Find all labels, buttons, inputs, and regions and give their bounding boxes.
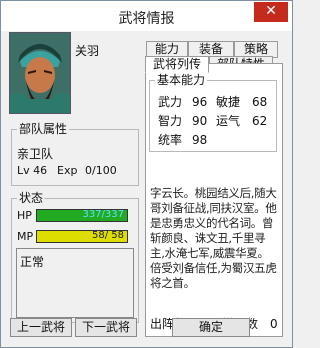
unit-group-label: 部队属性 bbox=[17, 122, 70, 136]
stat-luck-label: 运气 bbox=[216, 114, 241, 128]
window: 武将情报 ✕ 关羽 部队属性 亲卫队 Lv 46 Exp 0/100 状态 HP… bbox=[0, 0, 293, 348]
retreats-value: 0 bbox=[270, 317, 278, 331]
portrait-image bbox=[10, 33, 70, 113]
stat-command-value: 98 bbox=[192, 133, 208, 147]
unit-group: 部队属性 亲卫队 Lv 46 Exp 0/100 bbox=[11, 122, 139, 186]
unit-name: 亲卫队 bbox=[17, 147, 54, 161]
stat-intellect-label: 智力 bbox=[158, 114, 183, 128]
hp-value: 337/337 bbox=[82, 209, 124, 220]
unit-level: Lv 46 bbox=[17, 164, 48, 177]
status-group-label: 状态 bbox=[17, 191, 46, 205]
stat-command-label: 统率 bbox=[158, 133, 183, 147]
stat-luck-value: 62 bbox=[252, 114, 268, 128]
window-title: 武将情报 bbox=[118, 11, 175, 27]
client-area: 关羽 部队属性 亲卫队 Lv 46 Exp 0/100 状态 HP 337/33… bbox=[9, 32, 285, 341]
mp-value: 58/ 58 bbox=[92, 230, 124, 241]
stat-agility-label: 敏捷 bbox=[216, 95, 241, 109]
exp-label: Exp bbox=[57, 164, 78, 177]
tab-biography[interactable]: 武将列传 bbox=[145, 56, 209, 73]
status-group: 状态 HP 337/337 MP 58/ 58 正常 bbox=[11, 191, 139, 323]
mp-bar: 58/ 58 bbox=[36, 230, 128, 243]
general-name: 关羽 bbox=[75, 44, 100, 58]
exp-value: 0/100 bbox=[85, 164, 117, 177]
abilities-group: 基本能力 武力 96 敏捷 68 智力 90 运气 62 统率 98 bbox=[149, 73, 277, 152]
general-portrait bbox=[9, 32, 71, 114]
close-button[interactable]: ✕ bbox=[254, 2, 288, 22]
biography-text: 字云长。桃园结义后,随大哥刘备征战,同扶汉室。他是忠勇忠义的代名词。曾斩颜良、诛… bbox=[150, 186, 277, 290]
stat-intellect-value: 90 bbox=[192, 114, 208, 128]
stat-force-value: 96 bbox=[192, 95, 208, 109]
ok-button[interactable]: 确定 bbox=[172, 318, 250, 337]
stat-agility-value: 68 bbox=[252, 95, 268, 109]
mp-label: MP bbox=[17, 230, 34, 243]
detail-panel: 基本能力 武力 96 敏捷 68 智力 90 运气 62 统率 98 字云长。桃… bbox=[145, 63, 283, 337]
title-bar: 武将情报 ✕ bbox=[1, 1, 292, 31]
condition-text: 正常 bbox=[20, 255, 45, 269]
condition-box: 正常 bbox=[16, 248, 134, 318]
hp-bar: 337/337 bbox=[36, 209, 128, 222]
hp-label: HP bbox=[17, 209, 32, 222]
prev-general-button[interactable]: 上一武将 bbox=[10, 318, 72, 337]
stat-force-label: 武力 bbox=[158, 95, 183, 109]
next-general-button[interactable]: 下一武将 bbox=[75, 318, 137, 337]
abilities-group-label: 基本能力 bbox=[155, 73, 208, 87]
